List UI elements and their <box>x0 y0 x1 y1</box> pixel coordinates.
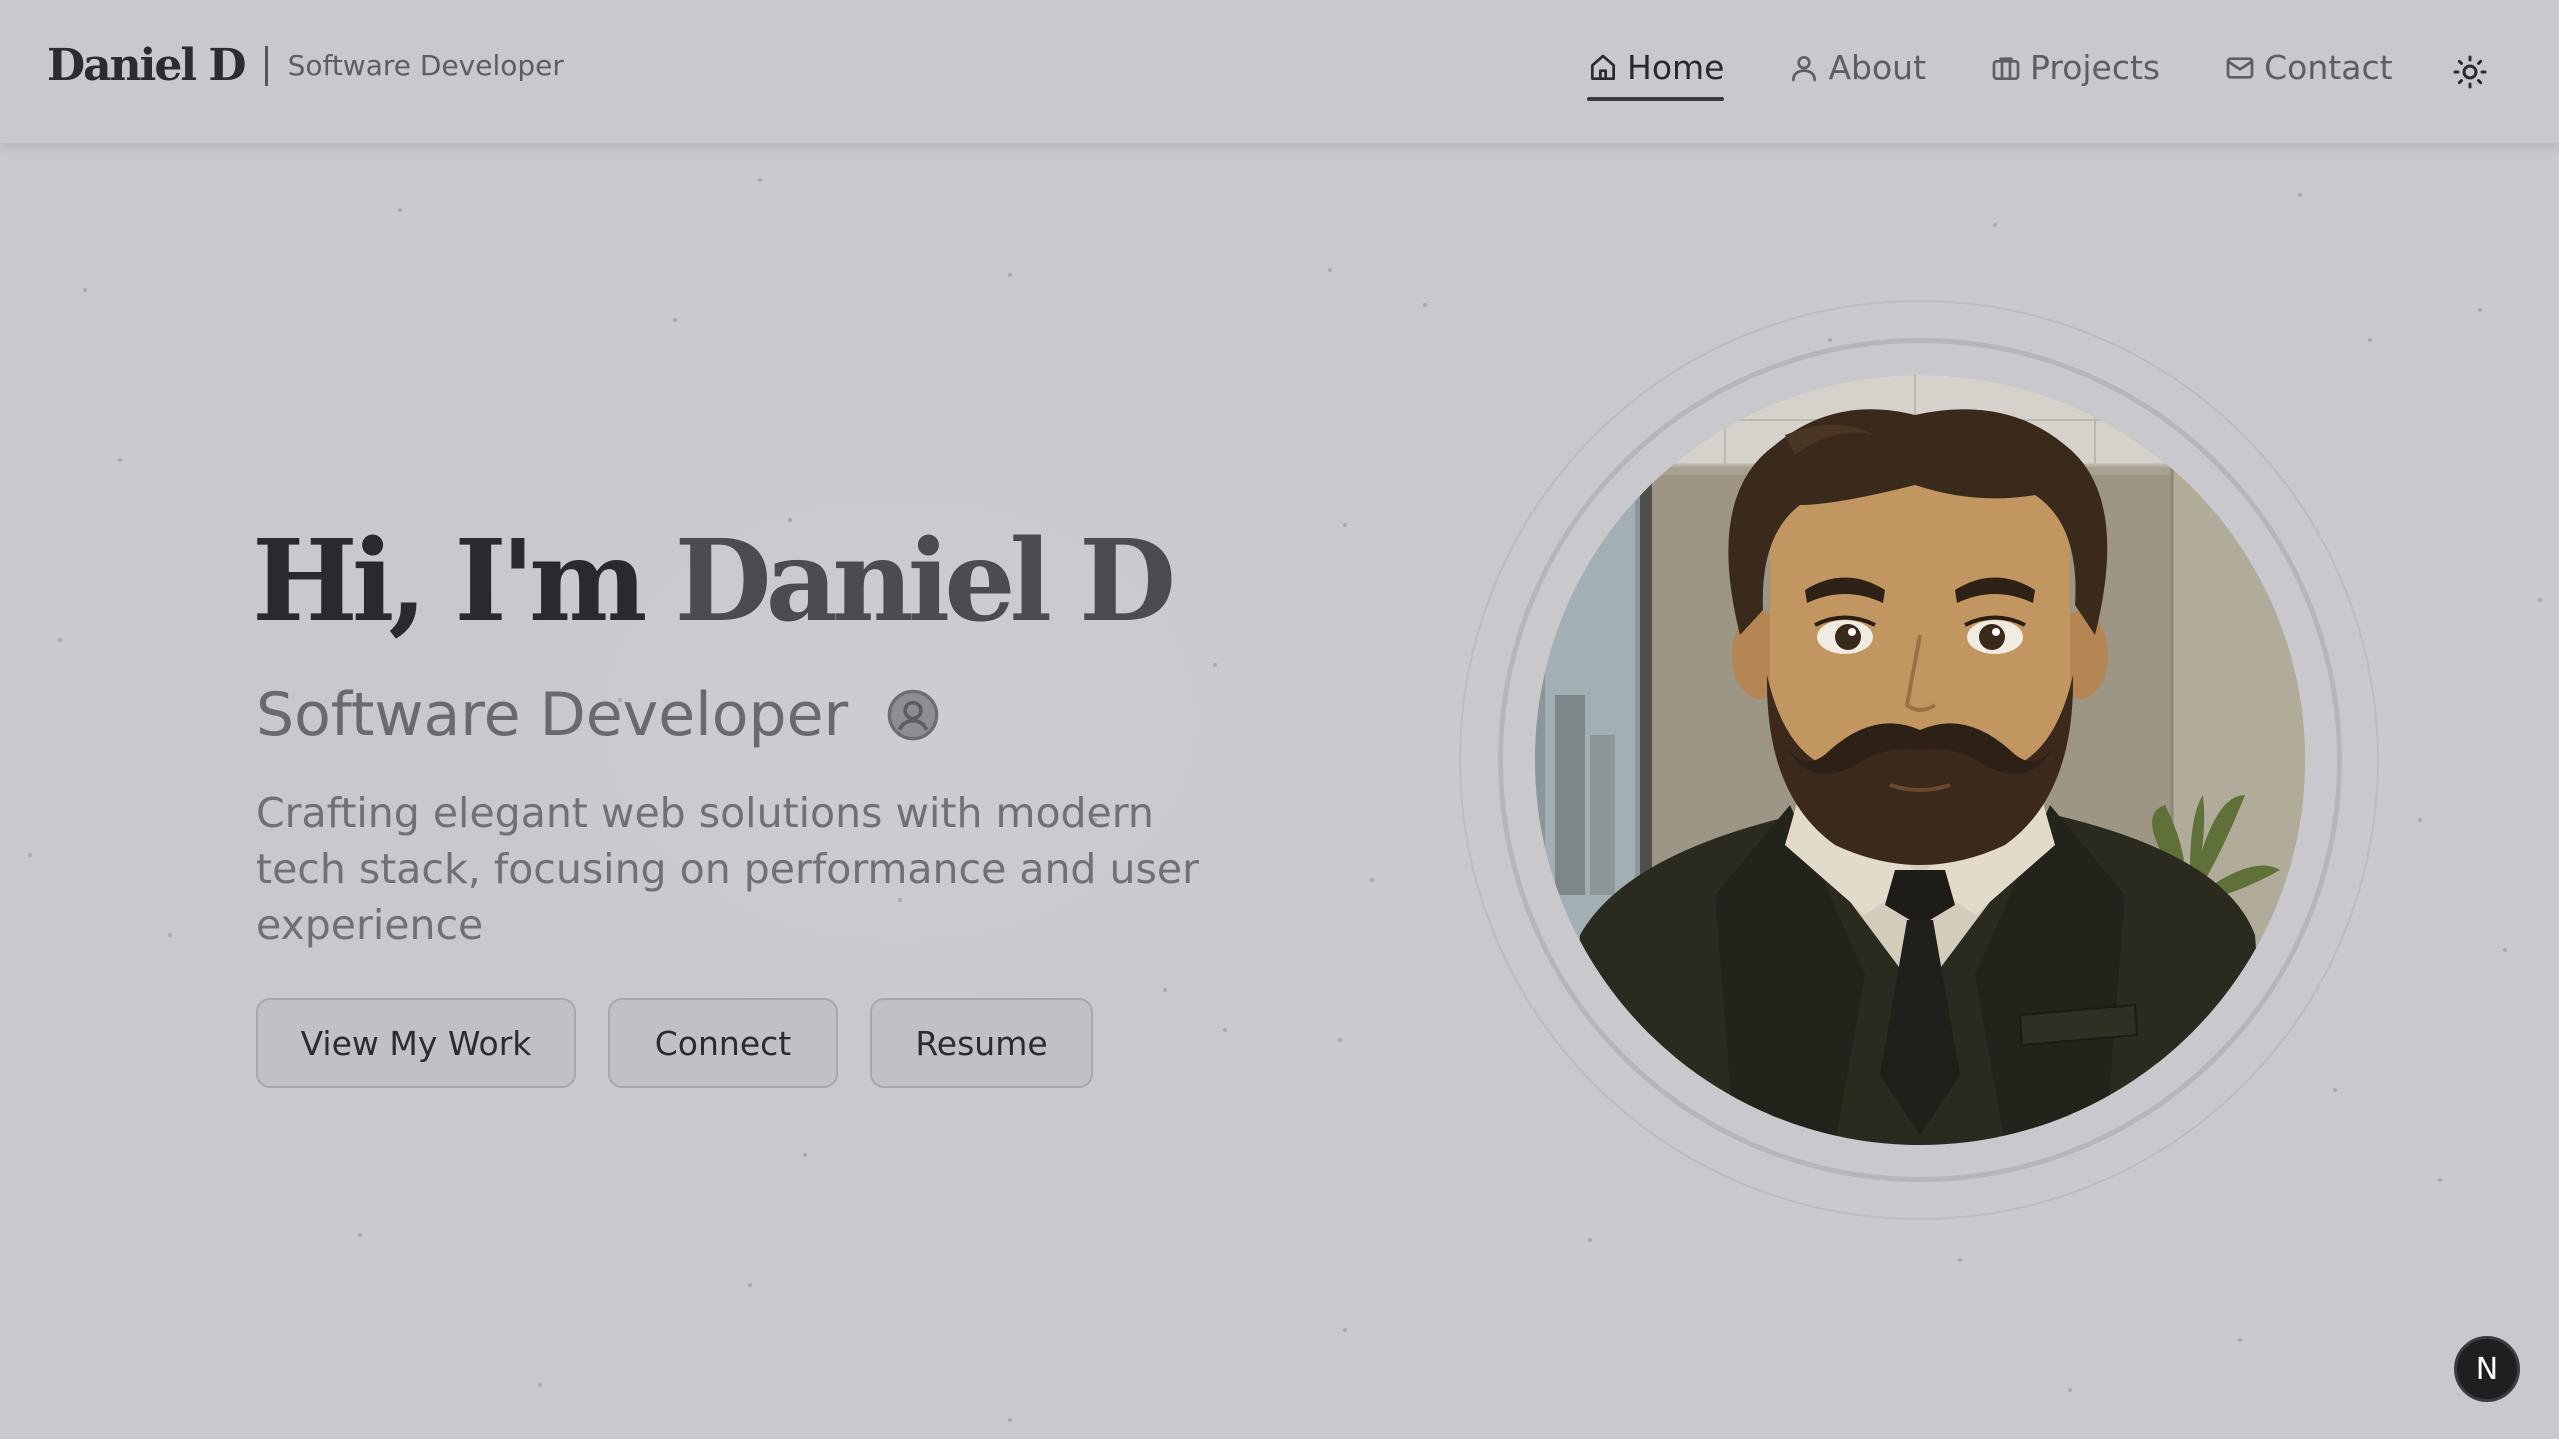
view-my-work-button[interactable]: View My Work <box>256 998 576 1088</box>
nav-label-about: About <box>1828 48 1927 87</box>
user-icon <box>1792 55 1817 81</box>
hero-description: Crafting elegant web solutions with mode… <box>256 789 1199 949</box>
connect-button[interactable]: Connect <box>608 998 838 1088</box>
nav-label-projects: Projects <box>2030 48 2161 87</box>
main-nav: Home About Projects Contact <box>1587 48 2457 101</box>
nav-item-home[interactable]: Home <box>1587 48 1725 101</box>
nav-item-projects[interactable]: Projects <box>1990 48 2160 101</box>
resume-button[interactable]: Resume <box>870 998 1093 1088</box>
nav-item-contact[interactable]: Contact <box>2224 48 2393 101</box>
hero-actions: View My Work Connect Resume <box>256 998 1125 1088</box>
nav-label-contact: Contact <box>2264 48 2393 87</box>
portrait-illustration <box>1535 375 2305 1145</box>
profile-portrait <box>1535 375 2305 1145</box>
mail-icon <box>2226 56 2254 79</box>
hero-name: Daniel D <box>674 516 1177 647</box>
brand[interactable]: Daniel D Software Developer <box>47 40 564 91</box>
brand-name[interactable]: Daniel D <box>47 40 247 91</box>
briefcase-icon <box>1992 56 2020 80</box>
hero-subtitle-text: Software Developer <box>256 680 849 750</box>
sun-icon[interactable] <box>2452 54 2488 90</box>
next-dev-badge[interactable]: N <box>2454 1336 2520 1402</box>
hero-title: Hi, I'm Daniel D <box>252 520 1176 643</box>
user-circle-icon <box>887 689 939 741</box>
brand-divider <box>264 45 268 86</box>
nav-label-home: Home <box>1627 48 1725 87</box>
home-icon <box>1591 54 1615 80</box>
portfolio-page: Daniel D Software Developer Home About P… <box>0 0 2559 1439</box>
brand-role: Software Developer <box>287 49 564 82</box>
site-header: Daniel D Software Developer Home About P… <box>0 0 2559 143</box>
hero-subtitle: Software Developer <box>256 680 940 750</box>
nav-item-about[interactable]: About <box>1788 48 1926 101</box>
hero-greeting: Hi, I'm <box>252 516 648 647</box>
